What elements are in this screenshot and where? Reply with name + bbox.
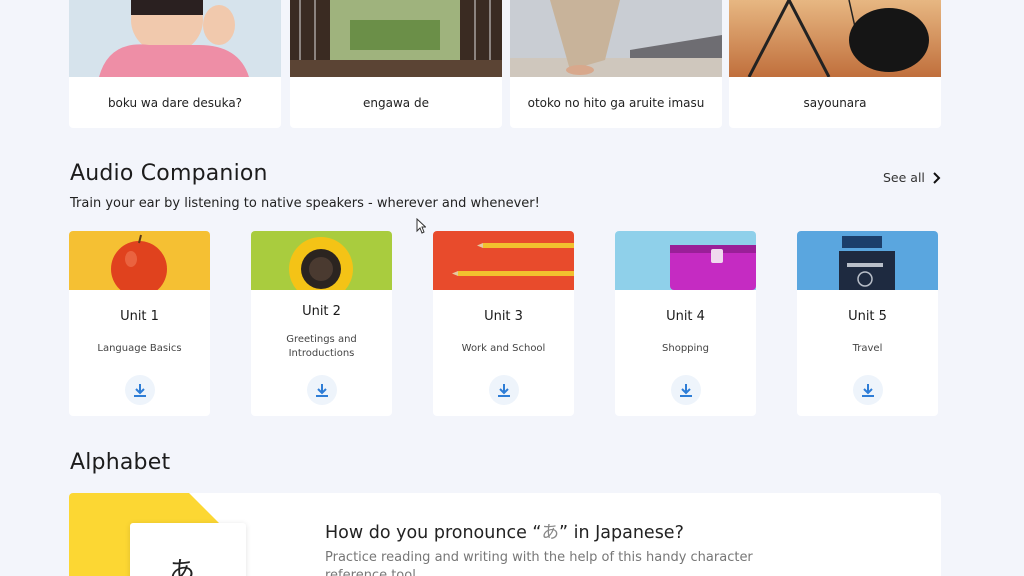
download-icon	[680, 383, 692, 397]
unit-description: Work and School	[461, 343, 546, 354]
alphabet-card[interactable]: あ How do you pronounce “あ” in Japanese? …	[69, 493, 941, 576]
story-image-sunset	[729, 0, 941, 77]
alphabet-question-post: ” in Japanese?	[558, 523, 684, 543]
audio-unit-card[interactable]: Unit 2 Greetings and Introductions	[251, 231, 392, 416]
download-button[interactable]	[125, 375, 155, 405]
audio-unit-card[interactable]: Unit 4 Shopping	[615, 231, 756, 416]
pencils-icon	[433, 231, 574, 290]
download-button[interactable]	[671, 375, 701, 405]
audio-unit-card[interactable]: Unit 1 Language Basics	[69, 231, 210, 416]
audio-companion-subtitle: Train your ear by listening to native sp…	[70, 196, 540, 211]
story-card[interactable]: engawa de	[290, 0, 502, 128]
download-icon	[134, 383, 146, 397]
story-card[interactable]: boku wa dare desuka?	[69, 0, 281, 128]
story-cards-row: boku wa dare desuka? engawa de otoko no …	[69, 0, 941, 128]
story-image-walking	[510, 0, 722, 77]
download-icon	[862, 383, 874, 397]
story-image-engawa	[290, 0, 502, 77]
download-icon	[316, 383, 328, 397]
unit-description: Travel	[852, 343, 883, 354]
passport-icon	[797, 231, 938, 290]
unit-title: Unit 4	[666, 309, 705, 324]
story-card[interactable]: otoko no hito ga aruite imasu	[510, 0, 722, 128]
wallet-icon	[615, 231, 756, 290]
audio-unit-card[interactable]: Unit 5 Travel	[797, 231, 938, 416]
unit-title: Unit 1	[120, 309, 159, 324]
alphabet-question-pre: How do you pronounce “	[325, 523, 542, 543]
unit-title: Unit 5	[848, 309, 887, 324]
unit-description: Shopping	[662, 343, 709, 354]
alphabet-description: Practice reading and writing with the he…	[325, 550, 753, 576]
audio-unit-card[interactable]: Unit 3 Work and School	[433, 231, 574, 416]
see-all-label: See all	[883, 170, 925, 185]
story-label: otoko no hito ga aruite imasu	[527, 95, 705, 110]
unit-title: Unit 2	[302, 304, 341, 319]
unit-description: Greetings and Introductions	[286, 334, 357, 359]
mouse-cursor-icon	[416, 218, 426, 234]
alphabet-title: Alphabet	[70, 450, 171, 475]
coffee-cup-icon	[251, 231, 392, 290]
download-button[interactable]	[853, 375, 883, 405]
story-image-girl	[69, 0, 281, 77]
chevron-right-icon	[933, 171, 941, 184]
alphabet-character: あ	[169, 557, 196, 576]
alphabet-question: How do you pronounce “あ” in Japanese?	[325, 519, 684, 544]
unit-title: Unit 3	[484, 309, 523, 324]
see-all-link[interactable]: See all	[883, 170, 941, 185]
alphabet-question-kana: あ	[541, 523, 559, 543]
story-card[interactable]: sayounara	[729, 0, 941, 128]
apple-icon	[69, 231, 210, 290]
download-icon	[498, 383, 510, 397]
download-button[interactable]	[489, 375, 519, 405]
unit-description: Language Basics	[97, 343, 182, 354]
story-label: engawa de	[363, 95, 429, 110]
story-label: sayounara	[803, 95, 867, 110]
audio-companion-title: Audio Companion	[70, 161, 268, 186]
download-button[interactable]	[307, 375, 337, 405]
story-label: boku wa dare desuka?	[107, 95, 243, 110]
